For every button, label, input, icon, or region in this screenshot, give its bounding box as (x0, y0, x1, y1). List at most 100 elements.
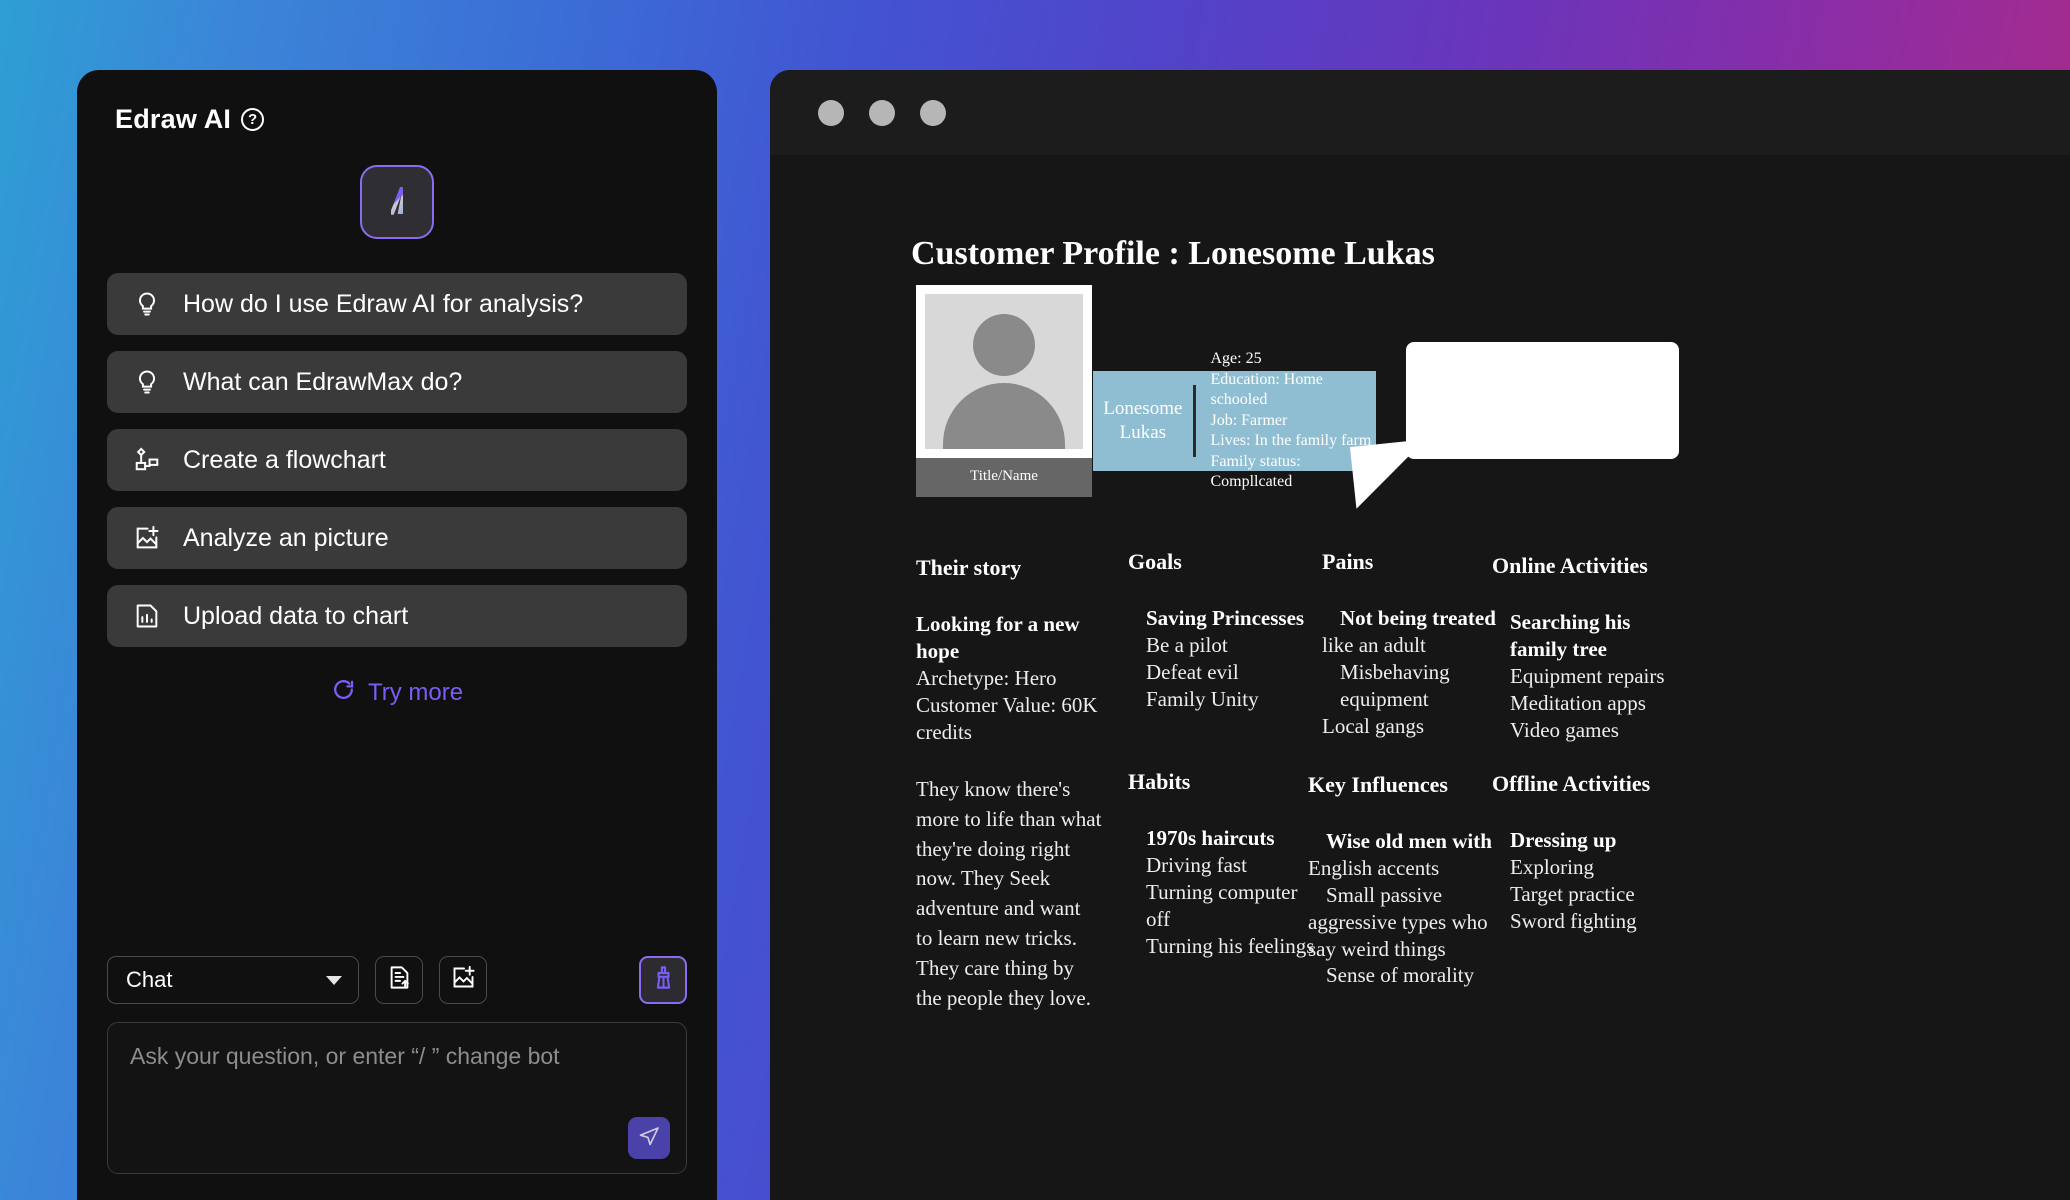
edraw-logo: /I (360, 165, 434, 239)
column-line: Turning computer off (1146, 879, 1298, 931)
column-line: Equipment repairs (1510, 663, 1665, 688)
flowchart-icon (133, 446, 161, 474)
person-placeholder-icon (925, 294, 1083, 449)
column-line: Exploring (1510, 854, 1594, 879)
image-add-icon (450, 964, 477, 996)
maximize-dot[interactable] (920, 99, 946, 126)
suggestion-label: Upload data to chart (183, 601, 409, 630)
column-lead: 1970s haircuts (1146, 826, 1275, 850)
suggestion-list: How do I use Edraw AI for analysis? What… (107, 273, 687, 647)
column-heading: Online Activities (1492, 553, 1648, 578)
column-key-influences: Key Influences Wise old men with English… (1308, 772, 1508, 989)
try-more-button[interactable]: Try more (107, 677, 687, 709)
composer-toolbar: Chat (107, 956, 687, 1004)
suggestion-how-do-i-use-edraw-ai[interactable]: How do I use Edraw AI for analysis? (107, 273, 687, 335)
suggestion-label: Analyze an picture (183, 523, 389, 552)
column-line: Customer Value: 60K credits (916, 692, 1098, 744)
persona-attribute: Age: 25 (1210, 350, 1262, 368)
try-more-label: Try more (367, 679, 464, 706)
suggestion-upload-data-to-chart[interactable]: Upload data to chart (107, 585, 687, 647)
column-line: Video games (1510, 717, 1619, 742)
image-upload-button[interactable] (439, 956, 487, 1004)
column-heading: Offline Activities (1492, 771, 1651, 796)
minimize-dot[interactable] (869, 99, 895, 126)
story-paragraph: They know there's more to life than what… (916, 777, 1102, 1010)
avatar-card: Title/Name (916, 285, 1092, 497)
column-line: Defeat evil (1146, 659, 1239, 684)
page-title: Edraw AI (115, 104, 232, 134)
persona-info-card: Lonesome Lukas Age: 25 Education: Home sc… (1093, 350, 1376, 490)
suggestion-analyze-an-picture[interactable]: Analyze an picture (107, 507, 687, 569)
column-line: Local gangs (1322, 713, 1425, 738)
column-line: English accents (1308, 855, 1440, 880)
document-window: Customer Profile : Lonesome Lukas Title/… (770, 70, 2070, 1200)
chart-file-icon (133, 602, 161, 630)
column-line: Be a pilot (1146, 632, 1228, 657)
close-dot[interactable] (818, 99, 844, 126)
persona-name: Lonesome Lukas (1103, 398, 1183, 443)
file-upload-icon (386, 964, 413, 996)
suggestion-what-can-edrawmax-do[interactable]: What can EdrawMax do? (107, 351, 687, 413)
image-add-icon (133, 524, 161, 552)
question-circle-icon[interactable]: ? (241, 108, 265, 131)
column-line: like an adult (1322, 632, 1426, 657)
column-online-activities: Online Activities Searching his family t… (1492, 553, 1682, 743)
document-canvas: Customer Profile : Lonesome Lukas Title/… (770, 155, 2070, 1200)
file-upload-button[interactable] (375, 956, 423, 1004)
column-habits: Habits 1970s haircuts Driving fast Turni… (1128, 769, 1318, 959)
column-lead: Dressing up (1510, 828, 1617, 852)
avatar-frame (916, 285, 1092, 458)
suggestion-create-a-flowchart[interactable]: Create a flowchart (107, 429, 687, 491)
edraw-ai-sidebar: Edraw AI ? /I How do I use Edraw AI for … (77, 70, 717, 1200)
column-heading: Pains (1322, 549, 1374, 574)
column-lead: Wise old men with (1326, 829, 1492, 853)
column-goals: Goals Saving Princesses Be a pilot Defea… (1128, 549, 1313, 713)
column-line: Small passive (1326, 882, 1443, 907)
column-line: Turning his feelings (1146, 933, 1315, 958)
chat-input-placeholder: Ask your question, or enter “/ ” change … (130, 1043, 560, 1069)
column-line: Family Unity (1146, 686, 1259, 711)
column-line: Sense of morality (1326, 963, 1475, 988)
column-line: Driving fast (1146, 852, 1247, 877)
column-line: Archetype: Hero (916, 665, 1057, 690)
column-line: Target practice (1510, 881, 1635, 906)
column-their-story: Their story Looking for a new hope Arche… (916, 555, 1116, 745)
suggestion-label: How do I use Edraw AI for analysis? (183, 289, 584, 318)
column-offline-activities: Offline Activities Dressing up Exploring… (1492, 771, 1682, 935)
column-line: Sword fighting (1510, 908, 1637, 933)
suggestion-label: What can EdrawMax do? (183, 367, 463, 396)
sidebar-header: Edraw AI ? (115, 104, 687, 135)
column-pains: Pains Not being treated like an adult Mi… (1322, 549, 1502, 739)
chevron-down-icon (326, 975, 342, 985)
column-line: say weird things (1308, 936, 1446, 961)
refresh-icon (331, 677, 356, 709)
column-heading: Habits (1128, 769, 1191, 794)
column-lead: Looking for a new hope (916, 612, 1080, 663)
column-heading: Goals (1128, 549, 1182, 574)
lightbulb-icon (133, 290, 161, 318)
window-titlebar (770, 70, 2070, 155)
logo-glyph: /I (390, 181, 407, 222)
chat-mode-select[interactable]: Chat (107, 956, 359, 1004)
column-heading: Key Influences (1308, 772, 1448, 797)
send-button[interactable] (628, 1117, 670, 1159)
column-lead: Searching his family tree (1510, 610, 1631, 661)
chat-mode-value: Chat (126, 967, 173, 992)
persona-attribute: Education: Home schooled (1210, 370, 1323, 409)
column-lead: Saving Princesses (1146, 606, 1305, 630)
clear-chat-button[interactable] (639, 956, 687, 1004)
speech-bubble (1406, 342, 1679, 459)
send-icon (637, 1124, 661, 1153)
broom-icon (650, 964, 677, 996)
suggestion-label: Create a flowchart (183, 445, 386, 474)
avatar-caption: Title/Name (916, 458, 1092, 497)
column-heading: Their story (916, 555, 1022, 580)
column-line: equipment (1340, 686, 1429, 711)
persona-attributes: Age: 25 Education: Home schooled Job: Fa… (1196, 349, 1376, 492)
column-line: Meditation apps (1510, 690, 1646, 715)
chat-input-container[interactable]: Ask your question, or enter “/ ” change … (107, 1022, 687, 1174)
logo-container: /I (107, 165, 687, 239)
column-line: Misbehaving (1340, 659, 1450, 684)
column-lead: Not being treated (1340, 606, 1496, 630)
column-line: aggressive types who (1308, 909, 1488, 934)
